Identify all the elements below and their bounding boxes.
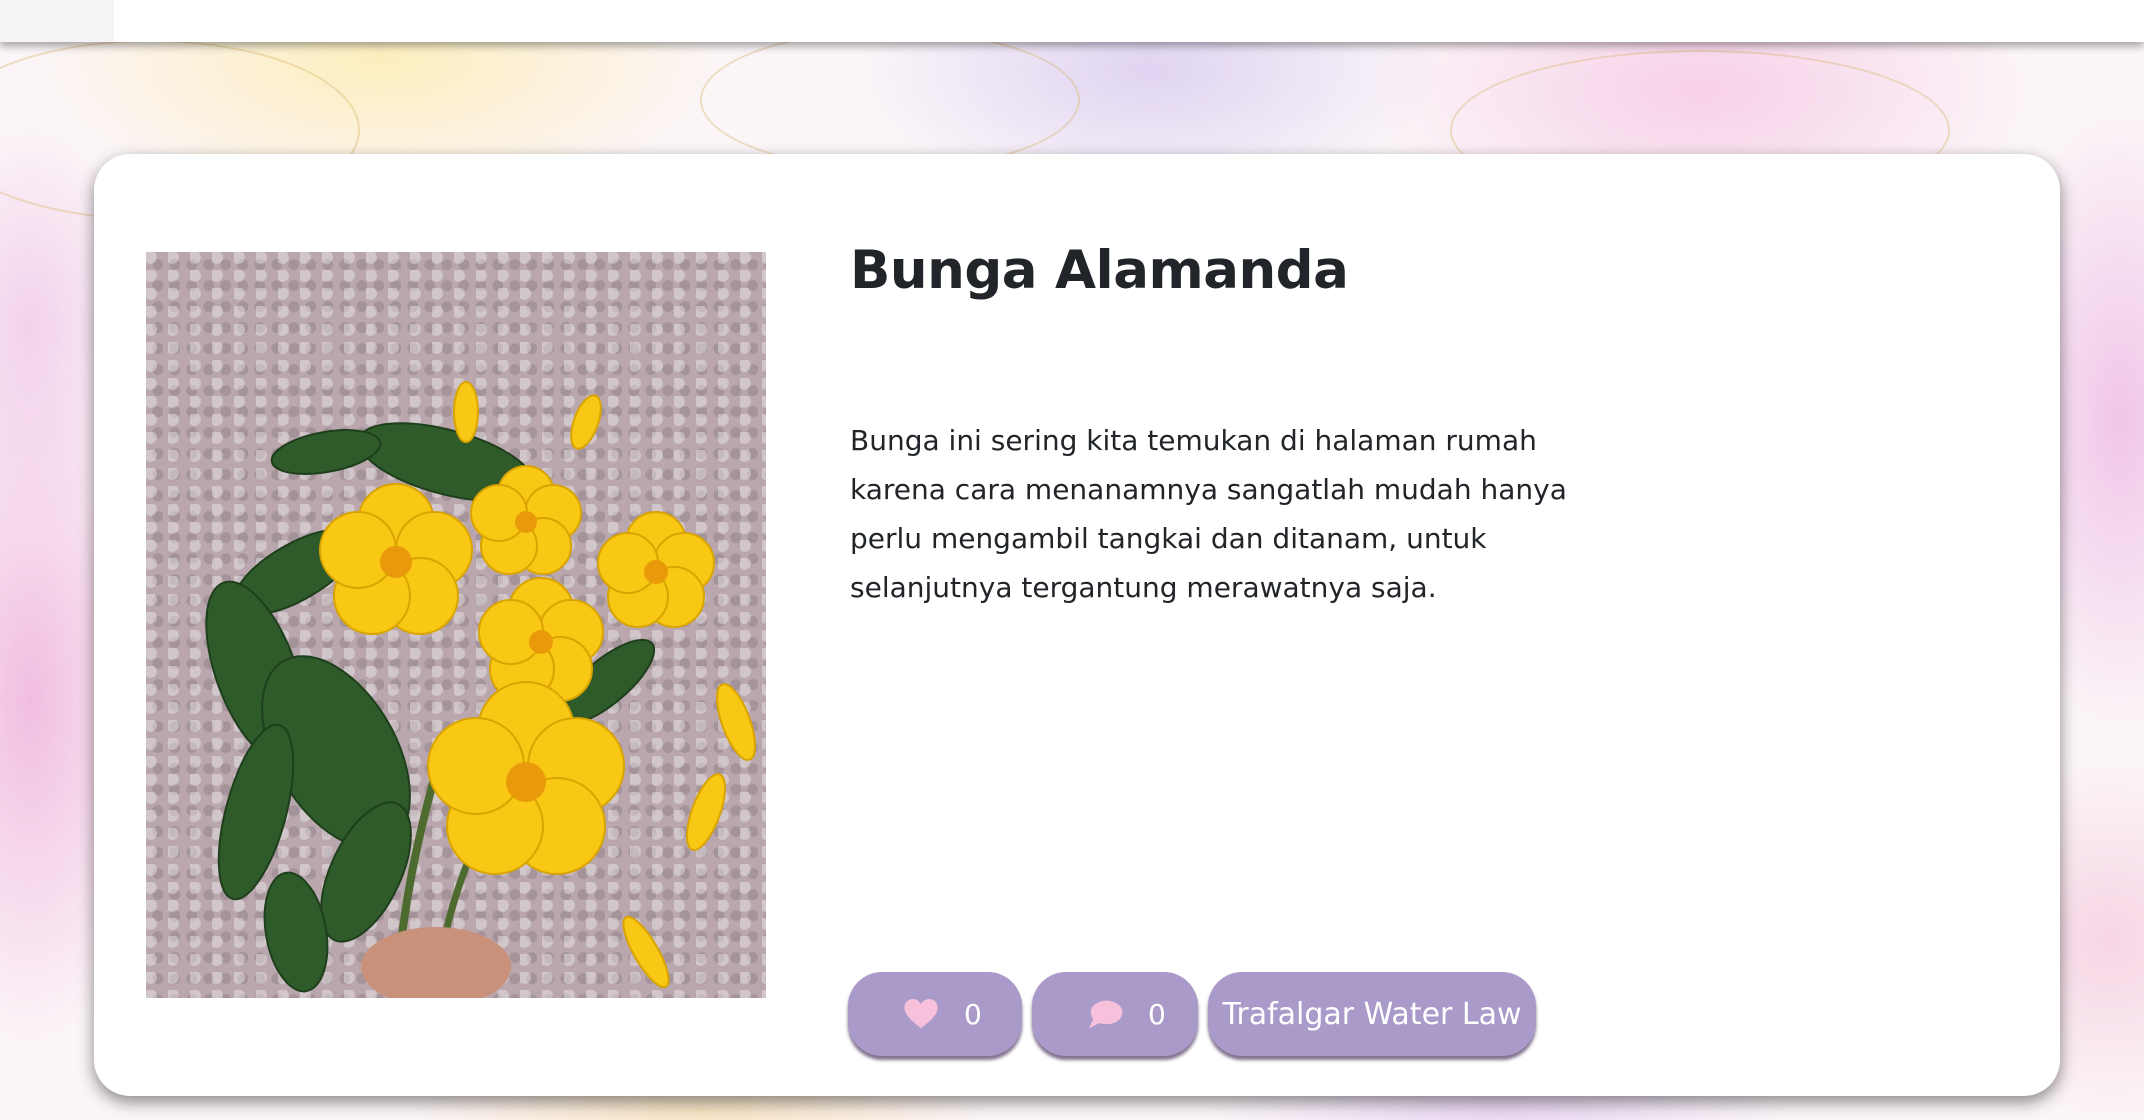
top-navbar [0, 0, 2144, 42]
speech-bubble-icon [1086, 995, 1124, 1033]
like-button[interactable]: 0 [848, 972, 1022, 1056]
background-marble-vein [700, 30, 1080, 170]
like-count: 0 [964, 997, 982, 1031]
comment-button[interactable]: 0 [1032, 972, 1198, 1056]
heart-icon [902, 995, 940, 1033]
post-card: Bunga Alamanda Bunga ini sering kita tem… [94, 154, 2060, 1096]
flower-photo-illustration [205, 381, 756, 998]
comment-count: 0 [1148, 997, 1166, 1031]
post-description: Bunga ini sering kita temukan di halaman… [850, 424, 1567, 604]
author-button[interactable]: Trafalgar Water Law [1208, 972, 1536, 1056]
post-actions: 0 0 Trafalgar Water Law [848, 972, 1536, 1056]
navbar-left-tab[interactable] [0, 0, 114, 42]
post-image [146, 252, 766, 998]
post-title: Bunga Alamanda [850, 240, 1349, 301]
